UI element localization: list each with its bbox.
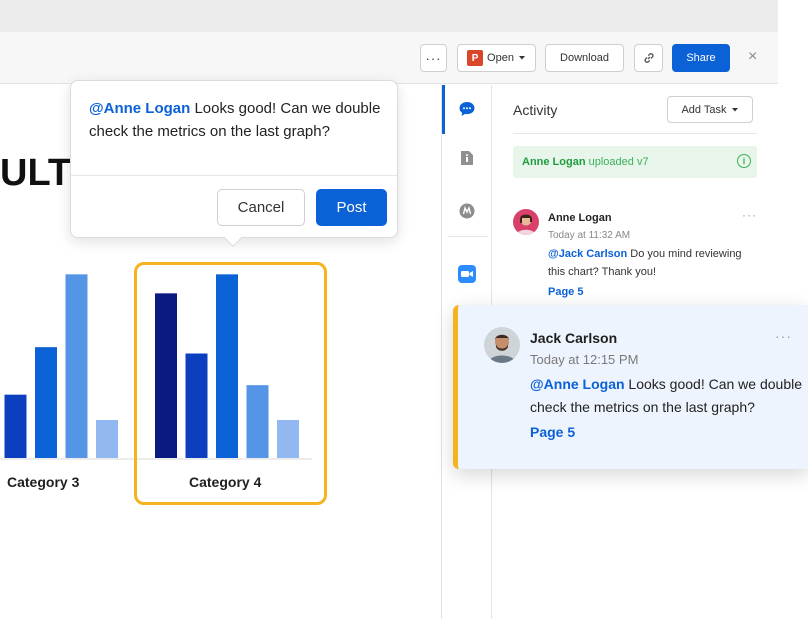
comment-timestamp: Today at 11:32 AM xyxy=(548,230,631,241)
reply-comment-card: Jack Carlson ··· Today at 12:15 PM @Anne… xyxy=(453,305,808,469)
caret-down-icon xyxy=(731,107,738,111)
comment-more-button[interactable]: ··· xyxy=(775,328,792,344)
zoom-icon[interactable] xyxy=(458,265,476,283)
bar xyxy=(96,420,118,458)
comment-author: Anne Logan xyxy=(548,212,612,224)
comment-body: @Jack Carlson Do you mind reviewing this… xyxy=(548,245,748,281)
copy-link-button[interactable] xyxy=(634,44,663,72)
comment-draft-text[interactable]: @Anne Logan Looks good! Can we double ch… xyxy=(89,97,384,143)
add-task-button[interactable]: Add Task xyxy=(667,96,753,123)
share-button[interactable]: Share xyxy=(672,44,730,72)
comment-body: @Anne Logan Looks good! Can we double ch… xyxy=(530,373,802,419)
upload-notification: Anne Logan uploaded v7 i xyxy=(513,146,757,178)
bar xyxy=(35,347,57,458)
highlighted-category-frame xyxy=(134,262,327,505)
comment-author: Jack Carlson xyxy=(530,330,618,346)
bar xyxy=(65,274,88,458)
avatar xyxy=(513,209,539,235)
download-button[interactable]: Download xyxy=(545,44,624,72)
divider xyxy=(71,175,397,176)
caret-down-icon xyxy=(518,56,525,60)
rail-divider xyxy=(448,236,488,237)
uploader-name[interactable]: Anne Logan xyxy=(522,156,586,168)
activity-title: Activity xyxy=(513,102,558,118)
mention[interactable]: @Jack Carlson xyxy=(548,248,627,260)
open-button[interactable]: P Open xyxy=(457,44,536,72)
comment-popover: @Anne Logan Looks good! Can we double ch… xyxy=(70,80,398,238)
upload-note-text: Anne Logan uploaded v7 xyxy=(522,156,649,168)
comment-more-button[interactable]: ··· xyxy=(742,208,757,222)
comment-icon[interactable] xyxy=(458,100,476,118)
mention[interactable]: @Anne Logan xyxy=(530,376,625,392)
link-icon xyxy=(643,53,654,63)
page-link[interactable]: Page 5 xyxy=(530,424,575,440)
post-button[interactable]: Post xyxy=(316,189,387,226)
mention[interactable]: @Anne Logan xyxy=(89,100,190,117)
powerpoint-icon: P xyxy=(467,50,484,66)
app-icon[interactable] xyxy=(458,202,476,220)
rail-active-indicator xyxy=(442,85,445,134)
cancel-button[interactable]: Cancel xyxy=(217,189,305,226)
comment-timestamp: Today at 12:15 PM xyxy=(530,352,639,367)
open-label: Open xyxy=(487,52,514,64)
avatar xyxy=(484,327,520,363)
bar xyxy=(4,394,27,458)
page-link[interactable]: Page 5 xyxy=(548,286,583,298)
document-icon[interactable] xyxy=(458,149,476,167)
close-icon[interactable]: × xyxy=(748,48,757,66)
info-icon[interactable]: i xyxy=(737,154,751,168)
upload-note-action: uploaded v7 xyxy=(585,156,649,168)
add-task-label: Add Task xyxy=(681,103,727,116)
category-label: Category 3 xyxy=(7,474,80,490)
divider xyxy=(513,133,757,134)
